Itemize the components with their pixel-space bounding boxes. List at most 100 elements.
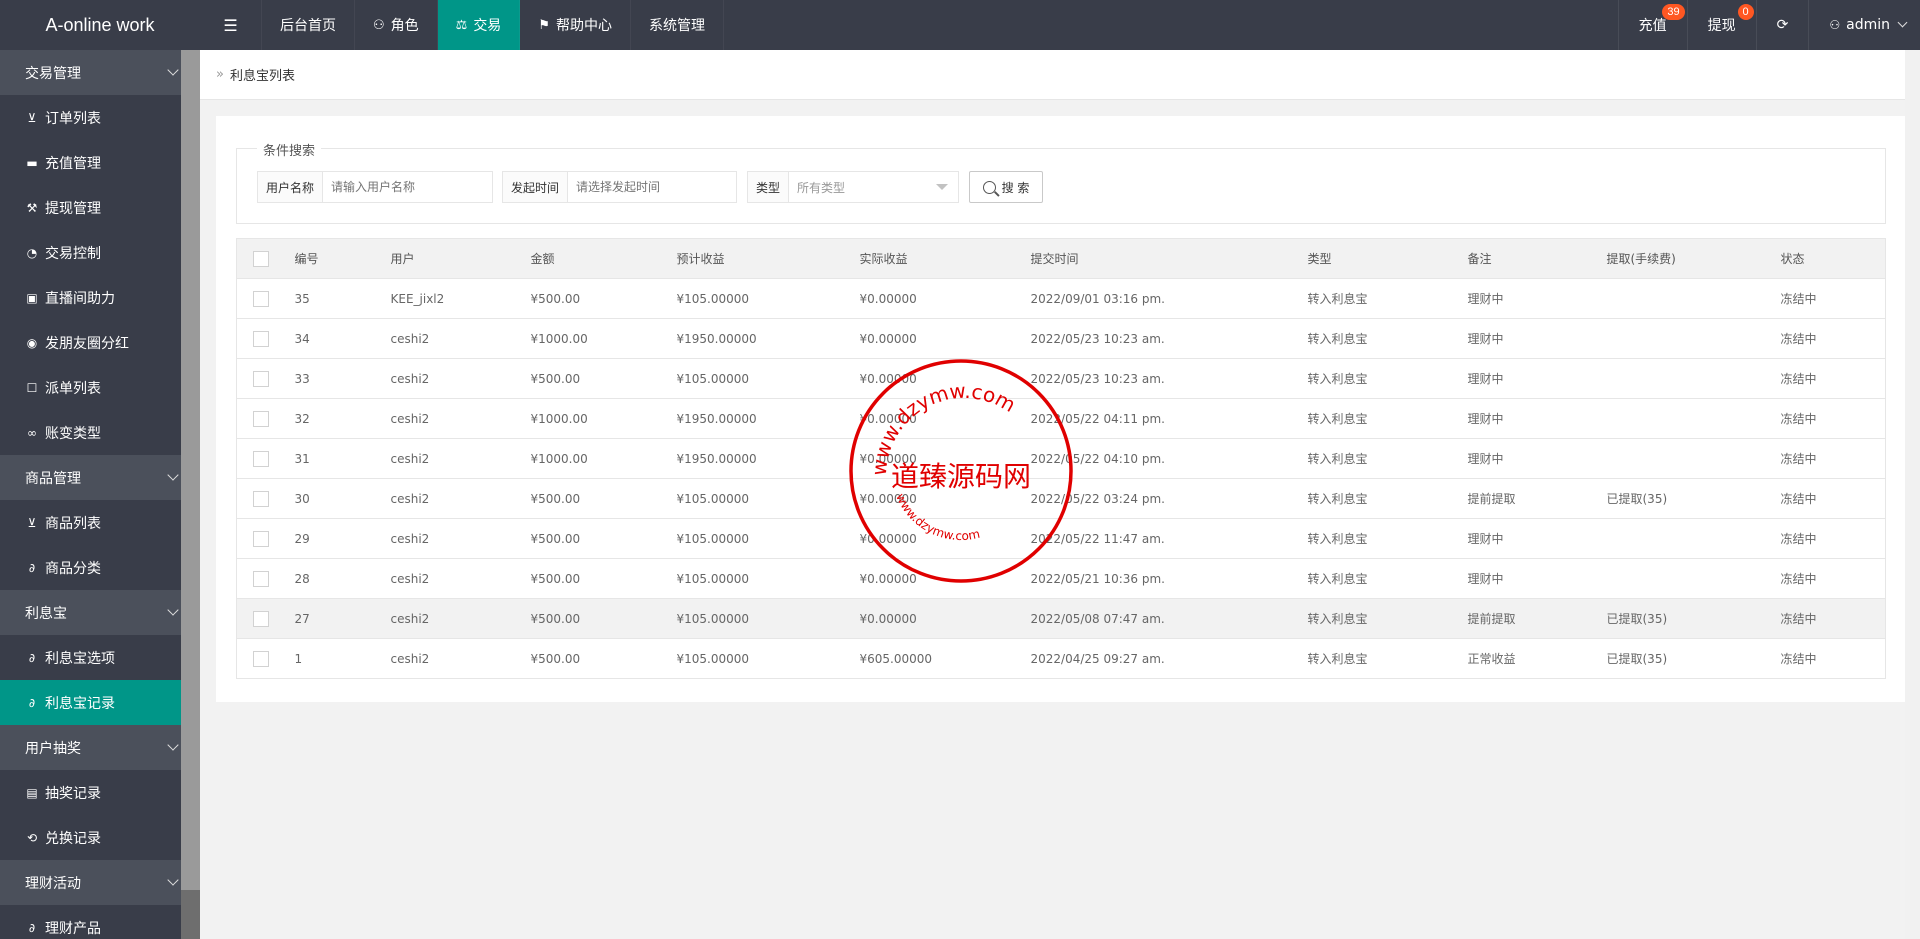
card-icon: ▬ bbox=[26, 155, 38, 170]
cell-user: ceshi2 bbox=[390, 518, 531, 559]
sidebar-group-finance[interactable]: 理财活动 bbox=[0, 860, 181, 905]
table-row[interactable]: 35 KEE_jixl2 ¥500.00 ¥105.00000 ¥0.00000 2022… bbox=[236, 278, 1886, 319]
cell-remark: 理财中 bbox=[1467, 558, 1607, 599]
cell-type: 转入利息宝 bbox=[1307, 398, 1468, 439]
row-checkbox[interactable] bbox=[253, 610, 269, 627]
table-row[interactable]: 33 ceshi2 ¥500.00 ¥105.00000 ¥0.00000 2022/05… bbox=[236, 358, 1886, 399]
table-row[interactable]: 28 ceshi2 ¥500.00 ¥105.00000 ¥0.00000 2022/05… bbox=[236, 558, 1886, 599]
sidebar-group-lottery[interactable]: 用户抽奖 bbox=[0, 725, 181, 770]
sidebar-item-interest-records[interactable]: ∂ 利息宝记录 bbox=[0, 680, 181, 725]
nav-label: 帮助中心 bbox=[555, 18, 612, 34]
select-all-checkbox[interactable] bbox=[253, 250, 269, 267]
row-checkbox[interactable] bbox=[253, 530, 269, 547]
table-row[interactable]: 30 ceshi2 ¥500.00 ¥105.00000 ¥0.00000 2022/05… bbox=[236, 478, 1886, 519]
row-checkbox-cell bbox=[236, 638, 295, 679]
col-remark[interactable]: 备注 bbox=[1467, 238, 1607, 279]
nav-trade[interactable]: ⚖ 交易 bbox=[437, 0, 521, 50]
user-icon: ⚇ bbox=[373, 17, 385, 33]
sidebar-item-moments-bonus[interactable]: ◉ 发朋友圈分红 bbox=[0, 320, 181, 365]
sidebar-item-label: 提现管理 bbox=[45, 200, 101, 217]
col-id[interactable]: 编号 bbox=[294, 238, 391, 279]
cell-amount: ¥1000.00 bbox=[530, 438, 677, 479]
row-checkbox[interactable] bbox=[253, 330, 269, 347]
row-checkbox[interactable] bbox=[253, 450, 269, 467]
cell-type: 转入利息宝 bbox=[1307, 518, 1468, 559]
cell-expected: ¥1950.00000 bbox=[676, 318, 860, 359]
sidebar-group-interest[interactable]: 利息宝 bbox=[0, 590, 181, 635]
cell-status: 冻结中 bbox=[1780, 438, 1886, 479]
table-row[interactable]: 32 ceshi2 ¥1000.00 ¥1950.00000 ¥0.00000 2022/… bbox=[236, 398, 1886, 439]
sidebar-item-goods-list[interactable]: ⊻ 商品列表 bbox=[0, 500, 181, 545]
sidebar-item-trade-control[interactable]: ◔ 交易控制 bbox=[0, 230, 181, 275]
row-checkbox[interactable] bbox=[253, 290, 269, 307]
sidebar-group-goods[interactable]: 商品管理 bbox=[0, 455, 181, 500]
type-select[interactable]: 所有类型 bbox=[789, 172, 958, 202]
nav-dashboard[interactable]: 后台首页 bbox=[262, 0, 355, 50]
row-checkbox[interactable] bbox=[253, 490, 269, 507]
cell-remark: 理财中 bbox=[1467, 518, 1607, 559]
table-row[interactable]: 27 ceshi2 ¥500.00 ¥105.00000 ¥0.00000 2022/05… bbox=[236, 598, 1886, 639]
sidebar-scrollbar-thumb[interactable] bbox=[181, 50, 200, 890]
sidebar-item-orders[interactable]: ⊻ 订单列表 bbox=[0, 95, 181, 140]
cell-user: ceshi2 bbox=[390, 358, 531, 399]
col-expected[interactable]: 预计收益 bbox=[676, 238, 860, 279]
select-all-cell bbox=[236, 238, 295, 279]
sidebar-item-recharge[interactable]: ▬ 充值管理 bbox=[0, 140, 181, 185]
app-logo[interactable]: A-online work bbox=[0, 0, 200, 50]
sidebar-item-withdraw[interactable]: ⚒ 提现管理 bbox=[0, 185, 181, 230]
sidebar-scrollbar[interactable] bbox=[181, 50, 200, 939]
col-user[interactable]: 用户 bbox=[390, 238, 531, 279]
nav-help[interactable]: ⚑ 帮助中心 bbox=[520, 0, 631, 50]
cell-type: 转入利息宝 bbox=[1307, 638, 1468, 679]
table-header-row: 编号 用户 金额 预计收益 实际收益 提交时间 类型 备注 提取(手续费) 状态 bbox=[236, 238, 1886, 279]
sidebar-item-balance-types[interactable]: ∞ 账变类型 bbox=[0, 410, 181, 455]
sidebar-item-exchange-records[interactable]: ⟲ 兑换记录 bbox=[0, 815, 181, 860]
cell-amount: ¥500.00 bbox=[530, 638, 677, 679]
nav-system[interactable]: 系统管理 bbox=[631, 0, 724, 50]
col-type[interactable]: 类型 bbox=[1307, 238, 1468, 279]
nav-roles[interactable]: ⚇ 角色 bbox=[355, 0, 438, 50]
col-time[interactable]: 提交时间 bbox=[1030, 238, 1308, 279]
sidebar-item-finance-products[interactable]: ∂ 理财产品 bbox=[0, 905, 181, 939]
col-withdraw[interactable]: 提取(手续费) bbox=[1606, 238, 1781, 279]
recharge-button[interactable]: 充值 39 bbox=[1617, 0, 1687, 50]
sidebar-item-label: 订单列表 bbox=[45, 110, 101, 127]
cell-id: 29 bbox=[294, 518, 391, 559]
col-status[interactable]: 状态 bbox=[1780, 238, 1886, 279]
username-input[interactable] bbox=[323, 172, 492, 202]
refresh-button[interactable]: ⟳ bbox=[1755, 0, 1809, 50]
cell-actual: ¥0.00000 bbox=[859, 558, 1031, 599]
table-row[interactable]: 34 ceshi2 ¥1000.00 ¥1950.00000 ¥0.00000 2022/… bbox=[236, 318, 1886, 359]
cell-user: ceshi2 bbox=[390, 438, 531, 479]
row-checkbox[interactable] bbox=[253, 650, 269, 667]
table-row[interactable]: 1 ceshi2 ¥500.00 ¥105.00000 ¥605.00000 2022/0… bbox=[236, 638, 1886, 679]
sidebar-item-label: 商品列表 bbox=[45, 515, 101, 532]
cell-withdraw bbox=[1606, 438, 1781, 479]
sidebar-toggle-button[interactable]: ☰ bbox=[200, 0, 262, 50]
cell-id: 32 bbox=[294, 398, 391, 439]
cell-amount: ¥500.00 bbox=[530, 278, 677, 319]
sidebar-item-interest-options[interactable]: ∂ 利息宝选项 bbox=[0, 635, 181, 680]
link-icon: ∂ bbox=[28, 560, 36, 575]
row-checkbox-cell bbox=[236, 478, 295, 519]
table-row[interactable]: 29 ceshi2 ¥500.00 ¥105.00000 ¥0.00000 2022/05… bbox=[236, 518, 1886, 559]
sidebar-item-goods-category[interactable]: ∂ 商品分类 bbox=[0, 545, 181, 590]
time-input[interactable] bbox=[568, 172, 736, 202]
withdraw-button[interactable]: 提现 0 bbox=[1686, 0, 1756, 50]
cell-type: 转入利息宝 bbox=[1307, 598, 1468, 639]
sidebar-item-lottery-records[interactable]: ▤ 抽奖记录 bbox=[0, 770, 181, 815]
sidebar-group-trade[interactable]: 交易管理 bbox=[0, 50, 181, 95]
col-amount[interactable]: 金额 bbox=[530, 238, 677, 279]
cell-expected: ¥1950.00000 bbox=[676, 398, 860, 439]
sidebar-item-dispatch[interactable]: ☐ 派单列表 bbox=[0, 365, 181, 410]
row-checkbox[interactable] bbox=[253, 370, 269, 387]
user-menu-button[interactable]: ⚇ admin bbox=[1808, 0, 1920, 50]
page-scrollbar[interactable] bbox=[1905, 50, 1920, 939]
row-checkbox[interactable] bbox=[253, 570, 269, 587]
row-checkbox[interactable] bbox=[253, 410, 269, 427]
search-button[interactable]: 搜 索 bbox=[969, 171, 1043, 203]
table-row[interactable]: 31 ceshi2 ¥1000.00 ¥1950.00000 ¥0.00000 2022/… bbox=[236, 438, 1886, 479]
col-actual[interactable]: 实际收益 bbox=[859, 238, 1031, 279]
cell-withdraw bbox=[1606, 398, 1781, 439]
sidebar-item-live-assist[interactable]: ▣ 直播间助力 bbox=[0, 275, 181, 320]
